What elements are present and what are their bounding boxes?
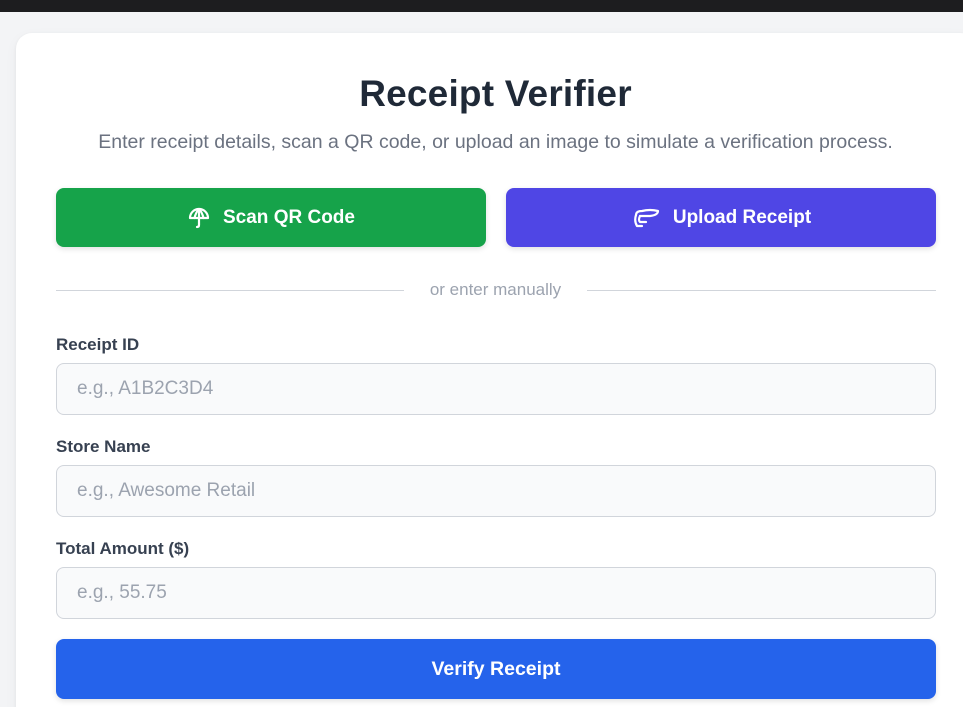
store-name-label: Store Name [56, 437, 151, 456]
total-amount-input[interactable] [56, 567, 936, 619]
cap-icon [631, 206, 661, 230]
page-title: Receipt Verifier [359, 73, 632, 114]
receipt-id-label: Receipt ID [56, 335, 140, 354]
total-amount-label: Total Amount ($) [56, 539, 190, 558]
divider-text: or enter manually [429, 280, 562, 299]
receipt-id-input[interactable] [56, 363, 936, 415]
umbrella-icon [187, 206, 211, 230]
scan-qr-label: Scan QR Code [223, 206, 355, 228]
verify-receipt-button[interactable]: Verify Receipt [56, 639, 936, 699]
upload-receipt-button[interactable]: Upload Receipt [506, 188, 936, 247]
window-top-bar [0, 0, 963, 12]
scan-qr-button[interactable]: Scan QR Code [56, 188, 486, 247]
divider-line-left [56, 290, 404, 291]
divider-line-right [587, 290, 936, 291]
store-name-input[interactable] [56, 465, 936, 517]
page-subtitle: Enter receipt details, scan a QR code, o… [98, 131, 893, 153]
upload-receipt-label: Upload Receipt [672, 206, 812, 228]
